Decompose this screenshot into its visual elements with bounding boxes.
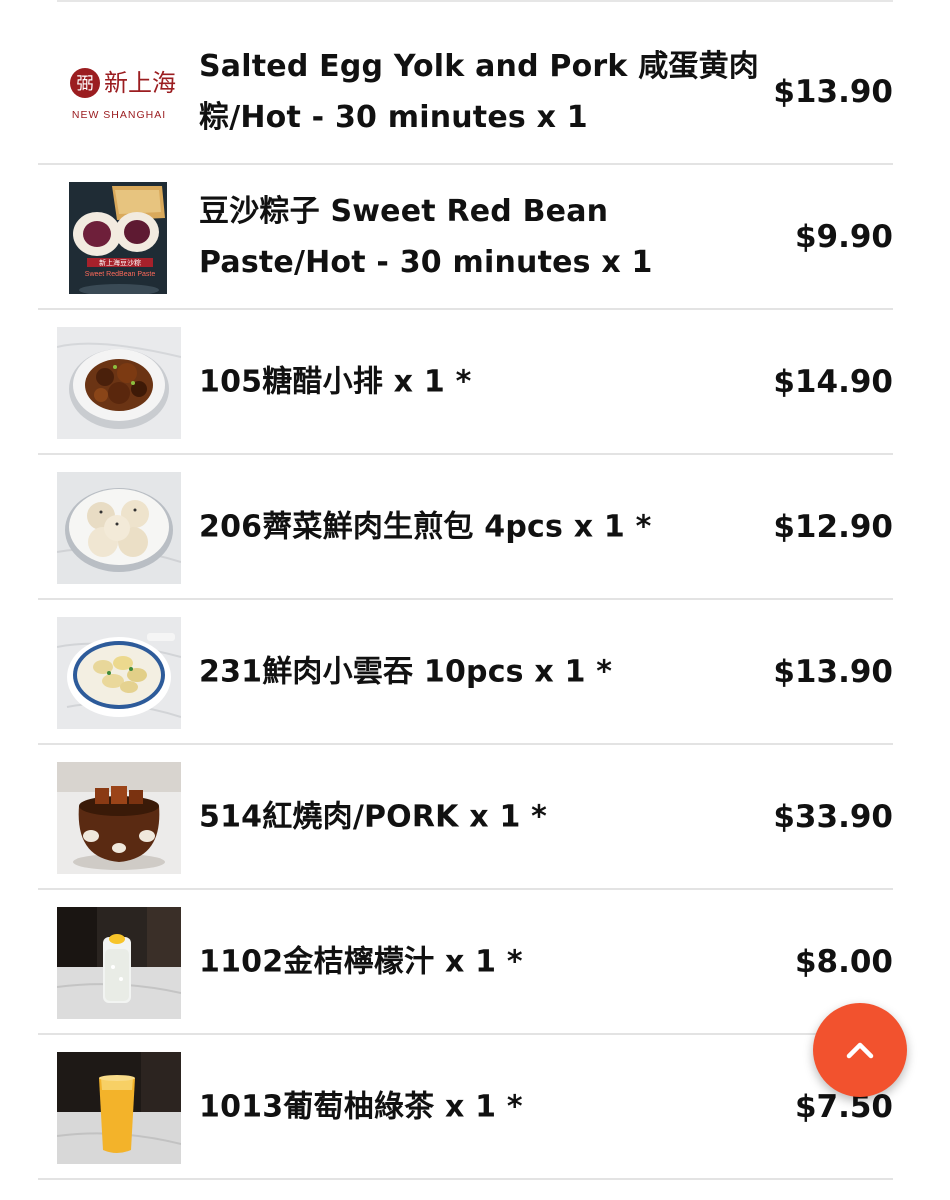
- grapefruit-green-tea-photo: [57, 1052, 181, 1164]
- item-title: Salted Egg Yolk and Pork 咸蛋黄肉粽/Hot - 30 …: [199, 48, 759, 135]
- item-price: $9.90: [794, 218, 893, 255]
- red-bean-zongzi-photo: 新上海豆沙粽 Sweet RedBean Paste: [57, 182, 181, 294]
- item-price: $12.90: [773, 508, 893, 545]
- photo-label-cn: 新上海豆沙粽: [99, 258, 141, 267]
- item-title: 206薺菜鮮肉生煎包 4pcs x 1 *: [199, 509, 652, 544]
- sweet-sour-ribs-photo: [57, 327, 181, 439]
- order-item[interactable]: 231鮮肉小雲吞 10pcs x 1 * $13.90: [38, 600, 893, 745]
- item-price: $8.00: [794, 943, 893, 980]
- pan-fried-buns-photo: [57, 472, 181, 584]
- item-title: 豆沙粽子 Sweet Red Bean Paste/Hot - 30 minut…: [199, 193, 653, 280]
- order-item[interactable]: 新上海豆沙粽 Sweet RedBean Paste 豆沙粽子 Sweet Re…: [38, 165, 893, 310]
- logo-glyph: 弼: [77, 74, 94, 93]
- order-item[interactable]: 105糖醋小排 x 1 * $14.90: [38, 310, 893, 455]
- order-item[interactable]: 206薺菜鮮肉生煎包 4pcs x 1 * $12.90: [38, 455, 893, 600]
- wonton-soup-photo: [57, 617, 181, 729]
- order-item-list: 弼 新上海 NEW SHANGHAI Salted Egg Yolk and P…: [38, 0, 893, 1180]
- logo-chinese-text: 新上海: [104, 70, 176, 97]
- item-price: $33.90: [773, 798, 893, 835]
- logo-english-text: NEW SHANGHAI: [72, 109, 166, 121]
- braised-pork-pot-photo: [57, 762, 181, 874]
- item-title: 514紅燒肉/PORK x 1 *: [199, 799, 548, 834]
- scroll-to-top-button[interactable]: [813, 1003, 907, 1097]
- item-price: $13.90: [773, 653, 893, 690]
- item-title: 105糖醋小排 x 1 *: [199, 364, 472, 399]
- order-item[interactable]: 弼 新上海 NEW SHANGHAI Salted Egg Yolk and P…: [38, 20, 893, 165]
- order-item[interactable]: 1102金桔檸檬汁 x 1 * $8.00: [38, 890, 893, 1035]
- item-title: 1102金桔檸檬汁 x 1 *: [199, 944, 523, 979]
- order-item[interactable]: 514紅燒肉/PORK x 1 * $33.90: [38, 745, 893, 890]
- item-price: $13.90: [773, 73, 893, 110]
- item-title: 1013葡萄柚綠茶 x 1 *: [199, 1089, 523, 1124]
- item-price: $14.90: [773, 363, 893, 400]
- order-item[interactable]: 1013葡萄柚綠茶 x 1 * $7.50: [38, 1035, 893, 1180]
- item-title: 231鮮肉小雲吞 10pcs x 1 *: [199, 654, 613, 689]
- photo-label-en: Sweet RedBean Paste: [85, 271, 156, 278]
- new-shanghai-logo: 弼 新上海 NEW SHANGHAI: [57, 37, 181, 149]
- chevron-up-icon: [846, 1042, 874, 1059]
- kumquat-lemonade-photo: [57, 907, 181, 1019]
